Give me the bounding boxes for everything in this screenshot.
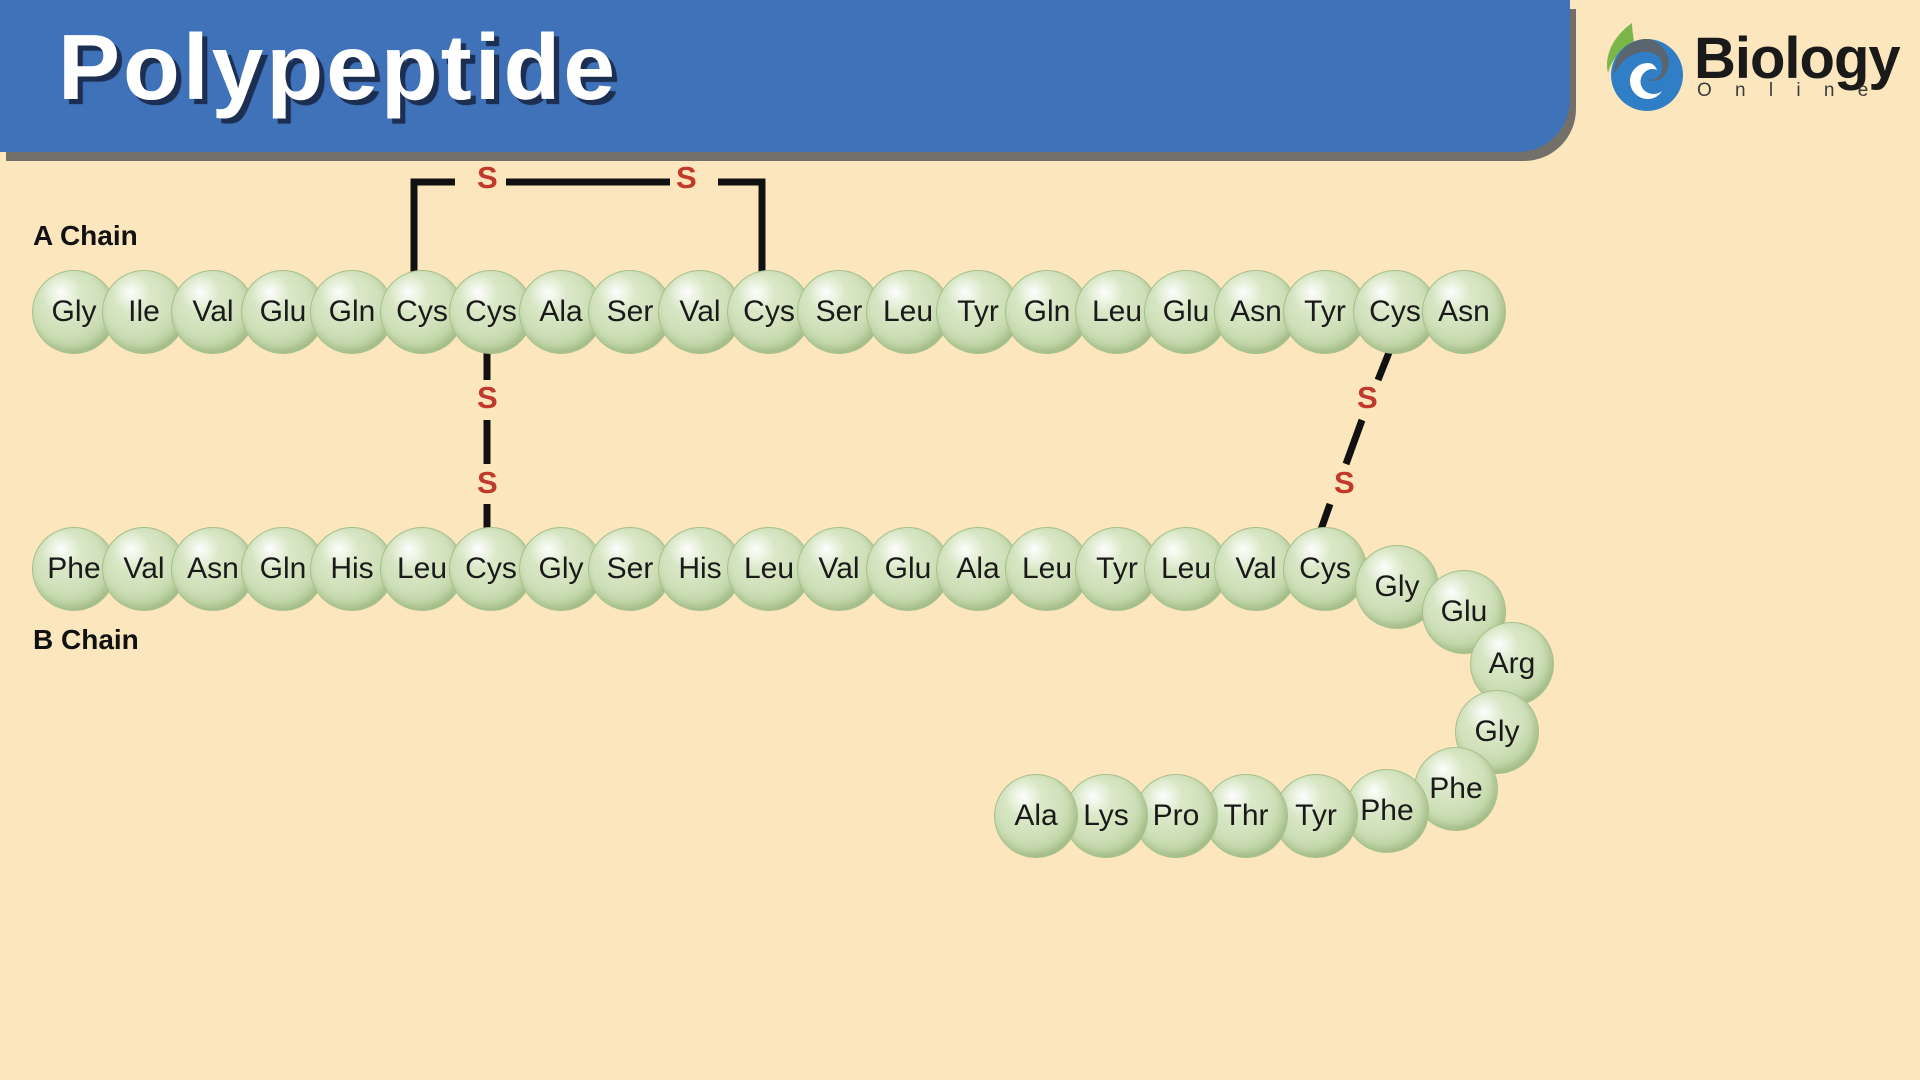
polypeptide-diagram: S S S S S S A Chain B Chain Gly Ile Val Glu… (0, 152, 1920, 1080)
b-chain-label: B Chain (33, 624, 139, 655)
title-banner: Polypeptide (0, 0, 1570, 152)
sulfur-label-inter2-2: S (1334, 465, 1355, 500)
sulfur-label-intra-a-1: S (477, 160, 498, 195)
residue-label: Lys (1083, 799, 1129, 832)
residue-label: Glu (1440, 595, 1488, 628)
logo-wordmark: Biology O n l i n e (1694, 26, 1901, 101)
residue-label: Leu (882, 295, 934, 328)
sulfur-label-inter1-2: S (477, 465, 498, 500)
residue-label: Gln (328, 295, 376, 328)
residue-label: Tyr (1096, 552, 1138, 585)
residue-label: Tyr (957, 295, 999, 328)
residue-label: Leu (1160, 552, 1212, 585)
residue-label: Gly (538, 552, 584, 585)
residue-label: Cys (465, 295, 517, 328)
residue-b-30: Ala (994, 774, 1078, 858)
residue-label: Tyr (1295, 799, 1337, 832)
residue-label: Ser (606, 295, 654, 328)
residue-label: Glu (259, 295, 307, 328)
residue-label: His (330, 552, 374, 585)
logo-sub-text: O n l i n e (1697, 79, 1878, 101)
residue-label: His (678, 552, 722, 585)
bond-inter2-seg2 (1342, 418, 1366, 466)
residue-label: Ala (956, 552, 1000, 585)
residue-label: Val (679, 295, 721, 328)
residue-label: Leu (1021, 552, 1073, 585)
residue-label: Asn (187, 552, 239, 585)
residue-label: Cys (465, 552, 517, 585)
residue-label: Cys (1369, 295, 1421, 328)
residue-label: Gly (51, 295, 97, 328)
sulfur-label-intra-a-2: S (676, 160, 697, 195)
residue-label: Ile (128, 295, 160, 328)
biology-online-logo: Biology O n l i n e (1602, 12, 1902, 122)
residue-label: Leu (1091, 295, 1143, 328)
residue-label: Ala (1014, 799, 1058, 832)
residue-label: Arg (1488, 647, 1536, 680)
residue-label: Cys (396, 295, 448, 328)
logo-mark-icon (1607, 23, 1683, 111)
residue-label: Cys (1299, 552, 1351, 585)
residue-label: Gly (1374, 570, 1420, 603)
residue-label: Phe (1360, 794, 1414, 827)
residue-label: Asn (1230, 295, 1282, 328)
page-title: Polypeptide (58, 15, 619, 119)
residue-label: Val (1235, 552, 1277, 585)
a-chain-label: A Chain (33, 220, 138, 251)
residue-label: Glu (884, 552, 932, 585)
residue-label: Thr (1223, 799, 1269, 832)
residue-b-19: Cys (1283, 527, 1367, 611)
bond-inter2-seg1 (1374, 348, 1394, 382)
residue-label: Gln (1023, 295, 1071, 328)
residue-label: Ala (539, 295, 583, 328)
residue-a-21: Asn (1422, 270, 1506, 354)
residue-label: Val (818, 552, 860, 585)
logo-brand-text: Biology (1694, 26, 1901, 92)
residue-label: Gln (259, 552, 307, 585)
residue-label: Tyr (1304, 295, 1346, 328)
residue-label: Val (123, 552, 165, 585)
residue-label: Pro (1152, 799, 1200, 832)
residue-label: Ser (606, 552, 654, 585)
sulfur-label-inter2-1: S (1357, 380, 1378, 415)
residue-label: Val (192, 295, 234, 328)
residue-label: Asn (1438, 295, 1490, 328)
residue-label: Phe (1429, 772, 1483, 805)
residue-label: Leu (396, 552, 448, 585)
residue-label: Cys (743, 295, 795, 328)
residue-label: Ser (815, 295, 863, 328)
sulfur-label-inter1-1: S (477, 380, 498, 415)
residue-label: Leu (743, 552, 795, 585)
residue-label: Phe (47, 552, 101, 585)
residue-label: Glu (1162, 295, 1210, 328)
residue-label: Gly (1474, 715, 1520, 748)
